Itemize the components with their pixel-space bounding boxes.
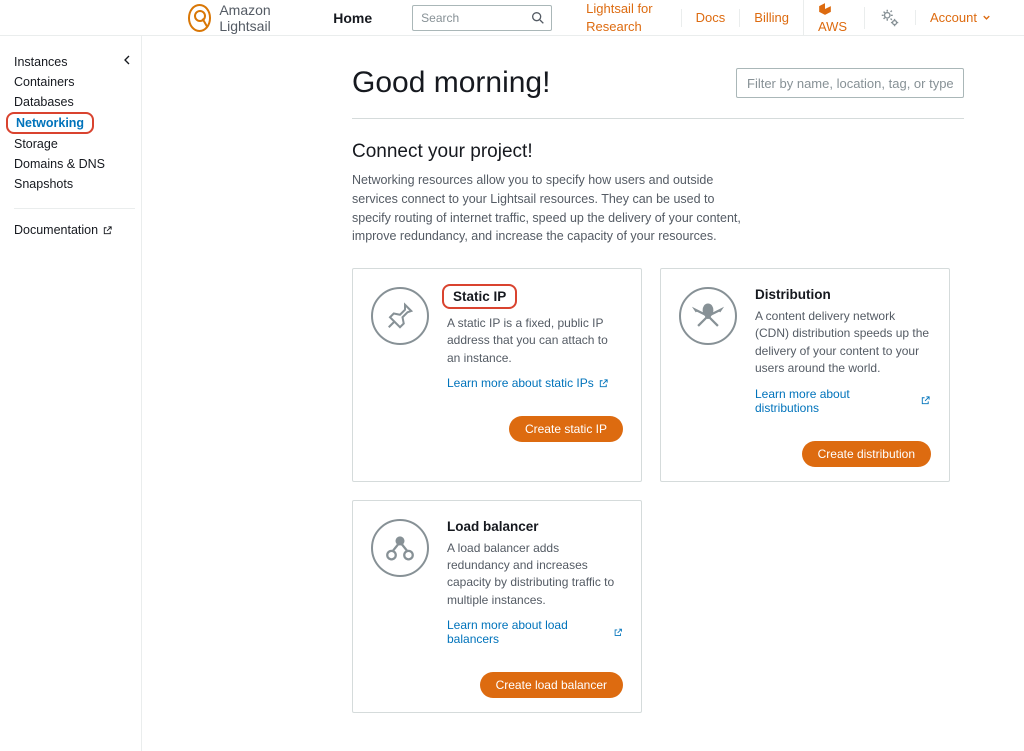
card-title-load-balancer: Load balancer [447,519,539,534]
aws-link-label: AWS [818,19,847,34]
main-content: Good morning! Connect your project! Netw… [142,36,1024,751]
sidebar-item-domains[interactable]: Domains & DNS [14,154,105,174]
chevron-down-icon [981,12,992,23]
settings-button[interactable] [864,7,915,29]
pin-icon [371,287,429,345]
search-input[interactable] [412,5,552,31]
card-text-static-ip: A static IP is a fixed, public IP addres… [447,315,623,367]
account-dropdown[interactable]: Account [915,10,1006,25]
brand[interactable]: Amazon Lightsail [188,2,305,34]
learn-link-load-balancer[interactable]: Learn more about load balancers [447,618,623,646]
lightsail-logo-icon [188,4,211,32]
research-link[interactable]: Lightsail for Research [572,0,681,36]
distribution-icon [679,287,737,345]
sidebar-item-snapshots[interactable]: Snapshots [14,174,73,194]
card-text-load-balancer: A load balancer adds redundancy and incr… [447,540,623,610]
sidebar-item-networking[interactable]: Networking [6,112,94,134]
load-balancer-icon [371,519,429,577]
create-load-balancer-button[interactable]: Create load balancer [480,672,623,698]
external-link-icon [613,627,623,638]
sidebar-item-databases[interactable]: Databases [14,92,74,112]
account-label: Account [930,10,977,25]
nav-links: Lightsail for Research Docs Billing AWS [572,0,864,36]
aws-link[interactable]: AWS [803,0,864,36]
filter-input[interactable] [736,68,964,98]
docs-link[interactable]: Docs [681,9,740,27]
create-distribution-button[interactable]: Create distribution [802,441,931,467]
card-static-ip: Static IP A static IP is a fixed, public… [352,268,642,482]
cube-icon [818,2,832,16]
search-wrap [412,5,552,31]
card-text-distribution: A content delivery network (CDN) distrib… [755,308,931,378]
card-title-distribution: Distribution [755,287,831,302]
card-load-balancer: Load balancer A load balancer adds redun… [352,500,642,714]
gears-icon [879,7,901,29]
billing-link[interactable]: Billing [739,9,803,27]
sidebar-item-instances[interactable]: Instances [14,52,68,72]
section-description: Networking resources allow you to specif… [352,171,752,246]
home-link[interactable]: Home [333,10,372,26]
learn-link-distribution[interactable]: Learn more about distributions [755,387,931,415]
divider [352,118,964,119]
card-title-static-ip: Static IP [442,284,517,309]
sidebar-documentation-link[interactable]: Documentation [14,223,135,237]
collapse-sidebar-icon[interactable] [119,52,135,68]
sidebar-list: Instances Containers Databases Networkin… [14,52,135,194]
learn-link-static-ip[interactable]: Learn more about static IPs [447,376,609,390]
card-distribution: Distribution A content delivery network … [660,268,950,482]
sidebar-documentation-label: Documentation [14,223,98,237]
sidebar: Instances Containers Databases Networkin… [0,36,142,751]
external-link-icon [920,395,931,406]
page-greeting: Good morning! [352,66,550,100]
top-nav: Amazon Lightsail Home Lightsail for Rese… [0,0,1024,36]
sidebar-separator [14,208,135,209]
section-title: Connect your project! [352,141,964,163]
create-static-ip-button[interactable]: Create static IP [509,416,623,442]
external-link-icon [598,378,609,389]
external-link-icon [102,225,113,236]
sidebar-item-containers[interactable]: Containers [14,72,74,92]
brand-name: Amazon Lightsail [219,2,305,34]
sidebar-item-storage[interactable]: Storage [14,134,58,154]
